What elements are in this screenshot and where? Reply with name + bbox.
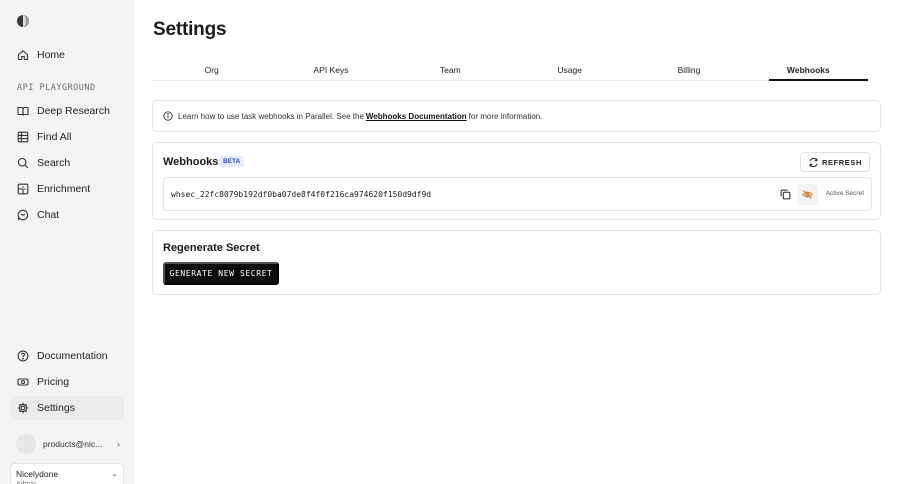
help-circle-icon xyxy=(17,350,29,362)
tab-usage[interactable]: Usage xyxy=(510,60,629,80)
sidebar-item-label: Chat xyxy=(37,209,60,221)
enrichment-icon xyxy=(17,183,29,195)
user-email: products@nic... xyxy=(43,439,103,449)
section-label-api-playground: API PLAYGROUND xyxy=(17,83,96,93)
sidebar-item-find-all[interactable]: Find All xyxy=(10,125,124,149)
sidebar-item-enrichment[interactable]: Enrichment xyxy=(10,177,124,201)
page-title: Settings xyxy=(153,19,227,40)
generate-new-secret-button[interactable]: GENERATE NEW SECRET xyxy=(163,262,279,285)
chevron-up-icon: ⌃ xyxy=(111,473,118,482)
refresh-label: REFRESH xyxy=(821,157,862,167)
sidebar-item-documentation[interactable]: Documentation xyxy=(10,344,124,368)
secret-status: Active Secret xyxy=(825,190,864,197)
tab-api-keys[interactable]: API Keys xyxy=(271,60,390,80)
dollar-badge-icon xyxy=(17,378,29,386)
sidebar-item-label: Settings xyxy=(37,402,75,414)
regenerate-card: Regenerate Secret GENERATE NEW SECRET xyxy=(152,230,881,295)
tab-billing[interactable]: Billing xyxy=(629,60,748,80)
info-banner: Learn how to use task webhooks in Parall… xyxy=(152,100,881,132)
gear-icon xyxy=(17,402,29,414)
webhooks-card: Webhooks BETA REFRESH whsec_22fc8079b192… xyxy=(152,142,881,220)
copy-icon[interactable] xyxy=(780,189,791,200)
sidebar-item-settings[interactable]: Settings xyxy=(10,396,124,420)
webhooks-documentation-link[interactable]: Webhooks Documentation xyxy=(366,112,467,121)
sidebar-item-label: Search xyxy=(37,157,71,169)
org-switcher[interactable]: Nicelydone Admin ⌃ xyxy=(10,463,124,484)
chat-bubble-icon xyxy=(17,209,29,221)
regenerate-title: Regenerate Secret xyxy=(163,242,260,254)
home-icon xyxy=(17,50,29,61)
avatar xyxy=(16,434,36,454)
info-icon xyxy=(163,111,173,121)
search-icon xyxy=(17,157,29,169)
sidebar-item-search[interactable]: Search xyxy=(10,151,124,175)
chevron-right-icon: › xyxy=(117,439,120,449)
eye-off-icon xyxy=(802,190,813,199)
refresh-button[interactable]: REFRESH xyxy=(800,152,870,172)
sidebar-item-label: Pricing xyxy=(37,376,70,388)
book-open-icon xyxy=(17,106,29,116)
sidebar-item-label: Home xyxy=(37,49,66,61)
settings-tabs: Org API Keys Team Usage Billing Webhooks xyxy=(152,60,869,81)
main-content: Settings Org API Keys Team Usage Billing… xyxy=(134,0,900,484)
tab-team[interactable]: Team xyxy=(391,60,510,80)
webhooks-title: Webhooks xyxy=(163,156,219,168)
org-name: Nicelydone xyxy=(16,469,59,479)
toggle-visibility-button[interactable] xyxy=(797,184,818,205)
sidebar: Home API PLAYGROUND Deep Research Find A… xyxy=(0,0,134,484)
parallel-logo-icon[interactable] xyxy=(16,14,30,28)
sidebar-item-chat[interactable]: Chat xyxy=(10,203,124,227)
sidebar-item-home[interactable]: Home xyxy=(10,43,124,67)
info-text-suffix: for more information. xyxy=(468,111,543,121)
table-grid-icon xyxy=(17,131,29,143)
sidebar-item-label: Enrichment xyxy=(37,183,91,195)
info-text-prefix: Learn how to use task webhooks in Parall… xyxy=(178,111,364,121)
secret-row: whsec_22fc8079b192df0ba07de8f4f0f216ca97… xyxy=(163,177,872,211)
tab-org[interactable]: Org xyxy=(152,60,271,80)
sidebar-item-pricing[interactable]: Pricing xyxy=(10,370,124,394)
beta-badge: BETA xyxy=(219,156,245,167)
sidebar-item-deep-research[interactable]: Deep Research xyxy=(10,99,124,123)
sidebar-item-label: Find All xyxy=(37,131,72,143)
refresh-icon xyxy=(809,157,818,168)
sidebar-item-label: Deep Research xyxy=(37,105,110,117)
sidebar-item-label: Documentation xyxy=(37,350,108,362)
webhook-secret-value: whsec_22fc8079b192df0ba07de8f4f0f216ca97… xyxy=(171,189,432,199)
tab-webhooks[interactable]: Webhooks xyxy=(749,60,869,81)
user-menu[interactable]: products@nic... › xyxy=(16,433,120,455)
